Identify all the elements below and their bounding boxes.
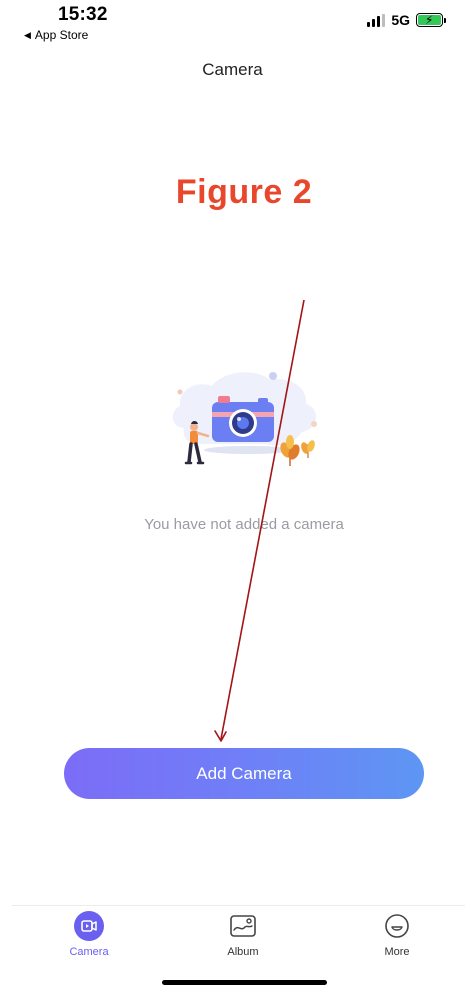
empty-camera-illustration xyxy=(172,372,317,466)
back-triangle-icon: ◀ xyxy=(24,29,31,40)
signal-strength-icon xyxy=(367,13,386,27)
page-title: Camera xyxy=(202,60,263,79)
network-type: 5G xyxy=(391,12,410,28)
camera-tab-icon xyxy=(74,911,104,941)
tab-camera[interactable]: Camera xyxy=(49,911,129,958)
annotation-arrow xyxy=(214,299,305,742)
back-to-app-link[interactable]: ◀ App Store xyxy=(24,28,88,42)
status-time: 15:32 xyxy=(58,4,108,25)
add-camera-button[interactable]: Add Camera xyxy=(64,748,424,799)
tab-album-label: Album xyxy=(227,946,259,958)
tab-more-label: More xyxy=(384,946,410,958)
figure-label: Figure 2 xyxy=(175,173,313,211)
home-indicator[interactable] xyxy=(162,980,327,985)
battery-icon: ⚡ xyxy=(416,13,446,27)
back-app-label: App Store xyxy=(34,28,89,42)
empty-state-message: You have not added a camera xyxy=(144,516,344,533)
charging-bolt-icon: ⚡ xyxy=(425,13,434,27)
status-indicators: 5G ⚡ xyxy=(367,12,446,28)
tab-more[interactable]: More xyxy=(357,911,437,958)
bottom-tab-bar: Camera Album More xyxy=(12,905,465,965)
status-bar: 15:32 ◀ App Store 5G ⚡ xyxy=(0,0,465,44)
more-tab-icon xyxy=(382,911,412,941)
album-tab-icon xyxy=(228,911,258,941)
tab-album[interactable]: Album xyxy=(203,911,283,958)
tab-camera-label: Camera xyxy=(69,946,109,958)
